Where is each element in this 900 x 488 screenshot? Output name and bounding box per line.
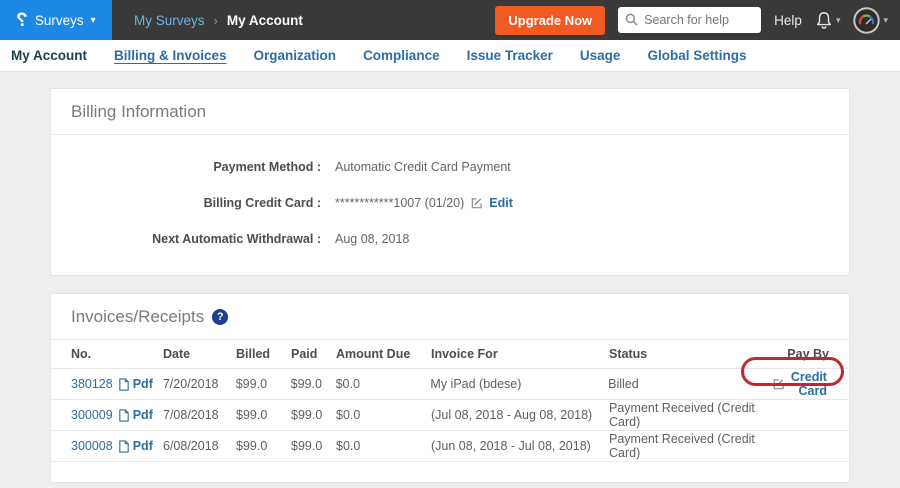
invoice-amount-due: $0.0: [336, 439, 431, 453]
col-header-date: Date: [163, 347, 236, 361]
tab-usage[interactable]: Usage: [580, 48, 621, 63]
pdf-download-link[interactable]: Pdf: [118, 408, 153, 422]
col-header-paid: Paid: [291, 347, 336, 361]
breadcrumb-separator-icon: ›: [214, 13, 218, 28]
product-label: Surveys: [35, 13, 84, 28]
billing-card-title: Billing Information: [71, 102, 206, 122]
notifications-menu[interactable]: ▾: [815, 11, 841, 30]
header-actions: Upgrade Now Help ▾ ▾: [495, 6, 900, 35]
invoice-billed: $99.0: [236, 408, 291, 422]
tab-organization[interactable]: Organization: [254, 48, 337, 63]
pay-by-credit-card-link[interactable]: Credit Card: [791, 370, 827, 398]
breadcrumb-my-surveys[interactable]: My Surveys: [134, 13, 205, 28]
invoice-billed: $99.0: [236, 439, 291, 453]
invoice-status: Payment Received (Credit Card): [609, 432, 771, 460]
next-withdrawal-row: Next Automatic Withdrawal : Aug 08, 2018: [51, 221, 849, 257]
invoices-receipts-card: Invoices/Receipts ? No. Date Billed Paid…: [50, 293, 850, 483]
billing-credit-card-label: Billing Credit Card :: [51, 196, 321, 210]
search-input[interactable]: [618, 7, 761, 33]
invoice-date: 7/20/2018: [163, 377, 236, 391]
edit-pencil-icon[interactable]: [470, 197, 483, 210]
col-header-billed: Billed: [236, 347, 291, 361]
invoice-amount-due: $0.0: [336, 377, 431, 391]
masked-card-number: ************1007 (01/20): [335, 196, 464, 210]
invoice-pay-by-cell: Credit Card: [770, 370, 829, 398]
billing-information-card: Billing Information Payment Method : Aut…: [50, 88, 850, 276]
tab-issue-tracker[interactable]: Issue Tracker: [467, 48, 553, 63]
col-header-status: Status: [609, 347, 771, 361]
invoice-for: (Jun 08, 2018 - Jul 08, 2018): [431, 439, 609, 453]
next-withdrawal-label: Next Automatic Withdrawal :: [51, 232, 321, 246]
col-header-invoice-for: Invoice For: [431, 347, 609, 361]
questionpro-logo-icon: ?: [16, 11, 28, 30]
pdf-file-icon: [118, 409, 130, 422]
pdf-file-icon: [118, 378, 130, 391]
invoice-amount-due: $0.0: [336, 408, 431, 422]
tab-global-settings[interactable]: Global Settings: [647, 48, 746, 63]
payment-method-label: Payment Method :: [51, 160, 321, 174]
tab-billing-invoices[interactable]: Billing & Invoices: [114, 48, 227, 63]
col-header-amount-due: Amount Due: [336, 347, 431, 361]
invoices-card-header: Invoices/Receipts ?: [51, 294, 849, 340]
main-content: Billing Information Payment Method : Aut…: [0, 72, 900, 483]
edit-card-link[interactable]: Edit: [489, 196, 513, 210]
billing-card-header: Billing Information: [51, 89, 849, 135]
invoice-paid: $99.0: [291, 439, 336, 453]
edit-pencil-icon: [772, 378, 785, 391]
invoice-date: 6/08/2018: [163, 439, 236, 453]
help-question-icon[interactable]: ?: [212, 309, 228, 325]
breadcrumb-my-account: My Account: [227, 13, 303, 28]
payment-method-value: Automatic Credit Card Payment: [335, 160, 511, 174]
invoice-paid: $99.0: [291, 377, 336, 391]
chevron-down-icon: ▾: [91, 15, 96, 26]
bell-icon: [815, 11, 833, 30]
col-header-pay-by: Pay By: [771, 347, 829, 361]
next-withdrawal-value: Aug 08, 2018: [335, 232, 409, 246]
payment-method-row: Payment Method : Automatic Credit Card P…: [51, 149, 849, 185]
pdf-download-link[interactable]: Pdf: [118, 377, 153, 391]
upgrade-now-button[interactable]: Upgrade Now: [495, 6, 605, 35]
tab-compliance[interactable]: Compliance: [363, 48, 440, 63]
help-search: [618, 7, 761, 33]
invoice-for: My iPad (bdese): [430, 377, 608, 391]
chevron-down-icon: ▾: [836, 15, 841, 26]
invoices-card-title: Invoices/Receipts: [71, 307, 204, 327]
billing-details: Payment Method : Automatic Credit Card P…: [51, 135, 849, 275]
invoice-status: Billed: [608, 377, 770, 391]
invoice-row-300009: 300009 Pdf 7/08/2018 $99.0 $99.0 $0.0 (J…: [51, 400, 849, 431]
invoice-number-link[interactable]: 380128: [71, 377, 113, 391]
chevron-down-icon: ▾: [883, 15, 888, 26]
invoice-billed: $99.0: [236, 377, 291, 391]
invoice-number-link[interactable]: 300008: [71, 439, 113, 453]
invoice-for: (Jul 08, 2018 - Aug 08, 2018): [431, 408, 609, 422]
billing-credit-card-row: Billing Credit Card : ************1007 (…: [51, 185, 849, 221]
billing-credit-card-value: ************1007 (01/20) Edit: [335, 196, 513, 210]
invoice-number-link[interactable]: 300009: [71, 408, 113, 422]
invoice-row-380128: 380128 Pdf 7/20/2018 $99.0 $99.0 $0.0 My…: [51, 369, 849, 400]
account-nav-tabs: My Account Billing & Invoices Organizati…: [0, 40, 900, 72]
invoice-date: 7/08/2018: [163, 408, 236, 422]
tab-my-account[interactable]: My Account: [11, 48, 87, 63]
invoices-table-header: No. Date Billed Paid Amount Due Invoice …: [51, 340, 849, 369]
help-link[interactable]: Help: [774, 13, 802, 28]
product-switcher[interactable]: ? Surveys ▾: [0, 0, 112, 40]
account-menu[interactable]: ▾: [853, 7, 888, 34]
pdf-file-icon: [118, 440, 130, 453]
breadcrumb: My Surveys › My Account: [134, 13, 303, 28]
invoice-paid: $99.0: [291, 408, 336, 422]
invoice-status: Payment Received (Credit Card): [609, 401, 771, 429]
invoices-table: No. Date Billed Paid Amount Due Invoice …: [51, 340, 849, 482]
avatar: [853, 7, 880, 34]
search-icon: [625, 13, 638, 29]
invoice-row-300008: 300008 Pdf 6/08/2018 $99.0 $99.0 $0.0 (J…: [51, 431, 849, 462]
pdf-download-link[interactable]: Pdf: [118, 439, 153, 453]
top-header-bar: ? Surveys ▾ My Surveys › My Account Upgr…: [0, 0, 900, 40]
col-header-no: No.: [71, 347, 163, 361]
